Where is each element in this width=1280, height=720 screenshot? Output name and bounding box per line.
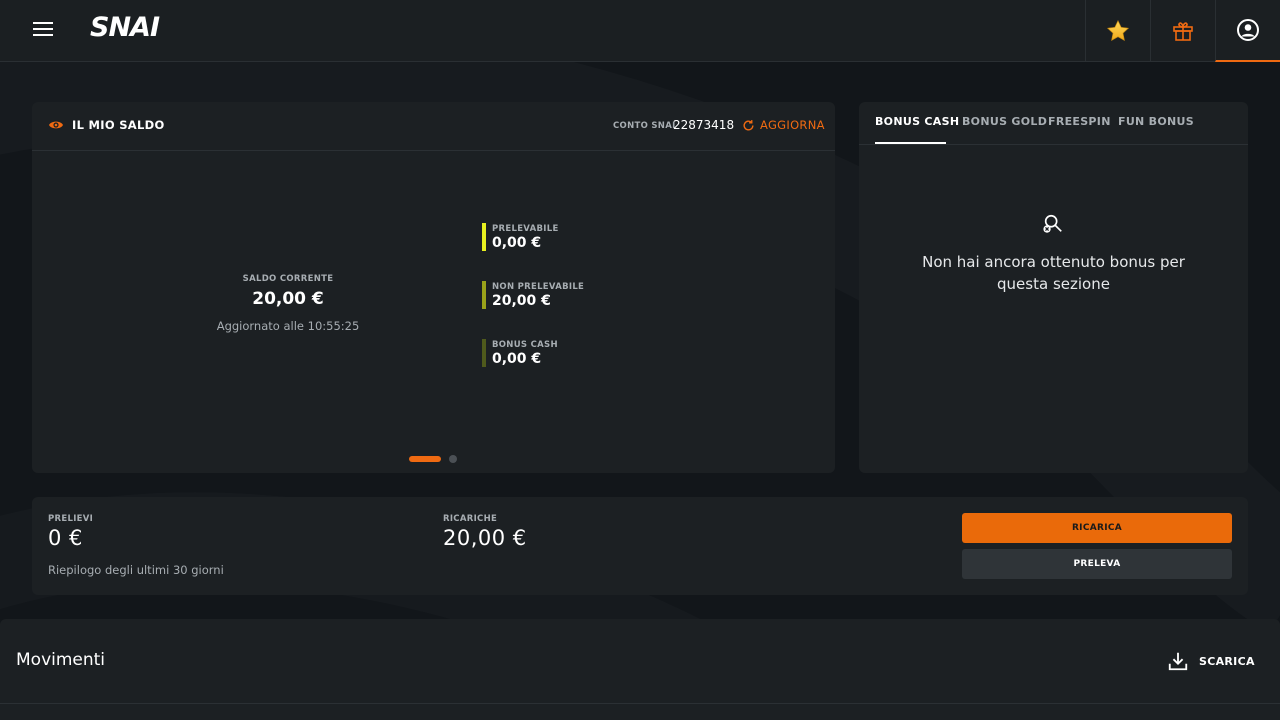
movements-section: Movimenti SCARICA bbox=[0, 619, 1280, 720]
summary-note: Riepilogo degli ultimi 30 giorni bbox=[48, 563, 224, 577]
carousel-dot[interactable] bbox=[449, 455, 457, 463]
balance-bar bbox=[482, 281, 486, 309]
account-button[interactable] bbox=[1215, 0, 1280, 62]
snai-logo[interactable]: SNAI bbox=[90, 13, 160, 43]
tab-freespin[interactable]: FREESPIN bbox=[1048, 115, 1111, 128]
promotions-button[interactable] bbox=[1150, 0, 1215, 62]
withdrawals-label: PRELIEVI bbox=[48, 514, 94, 524]
transactions-summary-card: PRELIEVI 0 € RICARICHE 20,00 € Riepilogo… bbox=[32, 497, 1248, 595]
carousel-dot-active[interactable] bbox=[409, 456, 441, 462]
balance-card: IL MIO SALDO CONTO SNAI 22873418 AGGIORN… bbox=[32, 102, 835, 473]
balance-bar bbox=[482, 339, 486, 367]
balance-card-header: IL MIO SALDO CONTO SNAI 22873418 AGGIORN… bbox=[32, 102, 835, 151]
account-icon bbox=[1237, 19, 1259, 41]
deposits-label: RICARICHE bbox=[443, 514, 498, 524]
favorites-button[interactable] bbox=[1085, 0, 1150, 62]
balance-updated-time: Aggiornato alle 10:55:25 bbox=[216, 319, 360, 333]
top-bar: SNAI bbox=[0, 0, 1280, 62]
account-label: CONTO SNAI bbox=[613, 121, 676, 131]
movements-title: Movimenti bbox=[16, 650, 106, 670]
bonus-card: BONUS CASH BONUS GOLD FREESPIN FUN BONUS… bbox=[859, 102, 1248, 473]
hamburger-menu-icon[interactable] bbox=[30, 18, 62, 44]
refresh-icon bbox=[743, 119, 754, 131]
gift-icon bbox=[1173, 22, 1193, 41]
deposit-button[interactable]: RICARICA bbox=[962, 513, 1232, 543]
active-tab-indicator bbox=[875, 142, 946, 144]
tab-fun-bonus[interactable]: FUN BONUS bbox=[1118, 115, 1194, 128]
refresh-button[interactable]: AGGIORNA bbox=[742, 118, 825, 132]
divider bbox=[0, 703, 1280, 704]
bonus-tabs: BONUS CASH BONUS GOLD FREESPIN FUN BONUS bbox=[859, 102, 1248, 145]
carousel-pagination bbox=[409, 455, 457, 463]
balance-title: IL MIO SALDO bbox=[72, 118, 165, 132]
empty-bonus-message: Non hai ancora ottenuto bonus per questa… bbox=[922, 253, 1185, 293]
tab-bonus-cash[interactable]: BONUS CASH bbox=[875, 115, 959, 128]
withdraw-button[interactable]: PRELEVA bbox=[962, 549, 1232, 579]
deposits-value: 20,00 € bbox=[443, 526, 527, 550]
eye-icon[interactable] bbox=[48, 119, 64, 131]
search-empty-icon bbox=[1043, 214, 1062, 233]
current-balance-value: 20,00 € bbox=[252, 289, 324, 309]
account-number: 22873418 bbox=[673, 118, 735, 132]
withdrawals-value: 0 € bbox=[48, 526, 83, 550]
download-icon bbox=[1168, 652, 1188, 671]
star-icon bbox=[1106, 19, 1130, 41]
download-button[interactable]: SCARICA bbox=[1167, 650, 1255, 672]
balance-bar bbox=[482, 223, 486, 251]
tab-bonus-gold[interactable]: BONUS GOLD bbox=[962, 115, 1047, 128]
current-balance-label: SALDO CORRENTE bbox=[242, 274, 334, 284]
